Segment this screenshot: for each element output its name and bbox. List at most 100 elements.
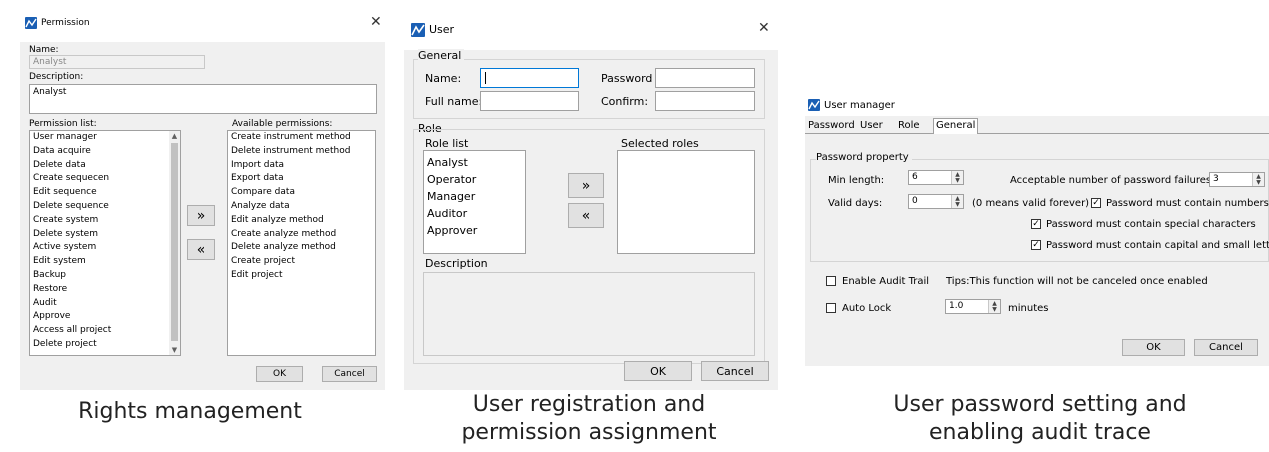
description-label: Description xyxy=(425,257,488,270)
name-field[interactable] xyxy=(480,68,579,88)
remove-permission-button[interactable]: « xyxy=(187,239,215,260)
list-item[interactable]: Approver xyxy=(424,222,525,239)
list-item[interactable]: Access all project xyxy=(30,324,180,338)
list-item[interactable]: Active system xyxy=(30,241,180,255)
name-field[interactable]: Analyst xyxy=(29,55,205,69)
special-chars-checkbox[interactable]: ✓ xyxy=(1031,219,1041,229)
permission-window: Permission ✕ Name: Analyst Description: … xyxy=(20,8,385,390)
list-item[interactable]: Export data xyxy=(228,172,375,186)
spinner-arrows-icon[interactable]: ▲ ▼ xyxy=(1252,173,1264,186)
spinner-arrows-icon[interactable]: ▲ ▼ xyxy=(951,171,963,184)
list-item[interactable]: Edit system xyxy=(30,255,180,269)
caption-line: enabling audit trace xyxy=(929,420,1151,445)
tab-general[interactable]: General xyxy=(933,118,979,134)
window-title: User xyxy=(429,23,455,36)
list-item[interactable]: Compare data xyxy=(228,186,375,200)
auto-lock-spinner[interactable]: 1.0 ▲ ▼ xyxy=(945,299,1001,314)
fullname-field[interactable] xyxy=(480,91,579,111)
cancel-button[interactable]: Cancel xyxy=(1194,339,1258,356)
ok-button[interactable]: OK xyxy=(624,361,692,381)
user-manager-titlebar: User manager xyxy=(805,92,1269,116)
list-item[interactable]: Delete data xyxy=(30,159,180,173)
tab-role[interactable]: Role xyxy=(898,120,920,131)
list-item[interactable]: Create analyze method xyxy=(228,228,375,242)
add-permission-button[interactable]: » xyxy=(187,205,215,226)
list-item[interactable]: Analyst xyxy=(424,154,525,171)
tab-password[interactable]: Password xyxy=(808,120,855,131)
close-icon[interactable]: ✕ xyxy=(370,14,382,30)
window-title: Permission xyxy=(41,18,90,28)
permission-list[interactable]: User manager Data acquire Delete data Creat… xyxy=(29,130,181,356)
list-item[interactable]: Create system xyxy=(30,214,180,228)
audit-trail-checkbox[interactable] xyxy=(826,276,836,286)
list-item[interactable]: Delete analyze method xyxy=(228,241,375,255)
cancel-button[interactable]: Cancel xyxy=(701,361,769,381)
list-item[interactable]: Import data xyxy=(228,159,375,173)
description-field[interactable] xyxy=(423,272,755,356)
list-item[interactable]: User manager xyxy=(30,131,180,145)
scroll-up-icon[interactable]: ▲ xyxy=(169,132,180,140)
spinner-arrows-icon[interactable]: ▲ ▼ xyxy=(988,300,1000,313)
permission-list-scrollbar[interactable]: ▲ ▼ xyxy=(169,131,180,355)
list-item[interactable]: Edit analyze method xyxy=(228,214,375,228)
list-item[interactable]: Create sequecen xyxy=(30,172,180,186)
password-field[interactable] xyxy=(655,68,755,88)
tab-user[interactable]: User xyxy=(860,120,883,131)
list-item[interactable]: Approve xyxy=(30,310,180,324)
auto-lock-label: Auto Lock xyxy=(842,303,892,314)
audit-trail-label: Enable Audit Trail xyxy=(842,276,930,287)
cancel-button[interactable]: Cancel xyxy=(322,366,377,382)
list-item[interactable]: Data acquire xyxy=(30,145,180,159)
checkmark-icon: ✓ xyxy=(1032,240,1040,250)
min-length-label: Min length: xyxy=(828,175,885,186)
list-item[interactable]: Create project xyxy=(228,255,375,269)
list-item[interactable]: Operator xyxy=(424,171,525,188)
user-window: User ✕ General Name: Full name: Password… xyxy=(404,16,778,390)
list-item[interactable]: Delete system xyxy=(30,228,180,242)
scroll-thumb[interactable] xyxy=(171,143,178,341)
spinner-arrows-icon[interactable]: ▲ ▼ xyxy=(951,195,963,208)
valid-days-spinner[interactable]: 0 ▲ ▼ xyxy=(908,194,964,209)
description-label: Description: xyxy=(29,72,84,82)
case-checkbox[interactable]: ✓ xyxy=(1031,240,1041,250)
available-permissions-list[interactable]: Create instrument method Delete instrumen… xyxy=(227,130,376,356)
window-title: User manager xyxy=(824,100,895,111)
list-item[interactable]: Backup xyxy=(30,269,180,283)
confirm-field[interactable] xyxy=(655,91,755,111)
list-item[interactable]: Restore xyxy=(30,283,180,297)
numbers-checkbox[interactable]: ✓ xyxy=(1091,198,1101,208)
selected-roles-label: Selected roles xyxy=(621,137,699,150)
remove-role-button[interactable]: « xyxy=(568,203,604,228)
list-item[interactable]: Manager xyxy=(424,188,525,205)
tab-strip: Password User Role General xyxy=(805,118,1269,134)
min-length-spinner[interactable]: 6 ▲ ▼ xyxy=(908,170,964,185)
list-item[interactable]: Delete project xyxy=(30,338,180,352)
close-icon[interactable]: ✕ xyxy=(758,20,770,36)
available-permissions-items: Create instrument method Delete instrumen… xyxy=(228,131,375,283)
ok-button[interactable]: OK xyxy=(256,366,303,382)
password-property-label: Password property xyxy=(816,152,912,163)
list-item[interactable]: Edit sequence xyxy=(30,186,180,200)
name-label: Name: xyxy=(425,72,462,85)
confirm-label: Confirm: xyxy=(601,95,649,108)
list-item[interactable]: Auditor xyxy=(424,205,525,222)
description-field[interactable]: Analyst xyxy=(29,84,377,114)
list-item[interactable]: Analyze data xyxy=(228,200,375,214)
list-item[interactable]: Edit project xyxy=(228,269,375,283)
checkmark-icon: ✓ xyxy=(1032,219,1040,229)
ok-button[interactable]: OK xyxy=(1122,339,1185,356)
special-chars-checkbox-label: Password must contain special characters xyxy=(1046,219,1256,230)
list-item[interactable]: Delete instrument method xyxy=(228,145,375,159)
add-role-button[interactable]: » xyxy=(568,173,604,198)
auto-lock-checkbox[interactable] xyxy=(826,303,836,313)
selected-roles-list[interactable] xyxy=(617,150,755,254)
app-logo-icon xyxy=(808,99,820,111)
list-item[interactable]: Create instrument method xyxy=(228,131,375,145)
failures-spinner[interactable]: 3 ▲ ▼ xyxy=(1209,172,1265,187)
name-label: Name: xyxy=(29,45,59,55)
role-list[interactable]: Analyst Operator Manager Auditor Approver xyxy=(423,150,526,254)
list-item[interactable]: Delete sequence xyxy=(30,200,180,214)
list-item[interactable]: Audit xyxy=(30,297,180,311)
case-checkbox-label: Password must contain capital and small … xyxy=(1046,240,1269,251)
scroll-down-icon[interactable]: ▼ xyxy=(169,346,180,354)
